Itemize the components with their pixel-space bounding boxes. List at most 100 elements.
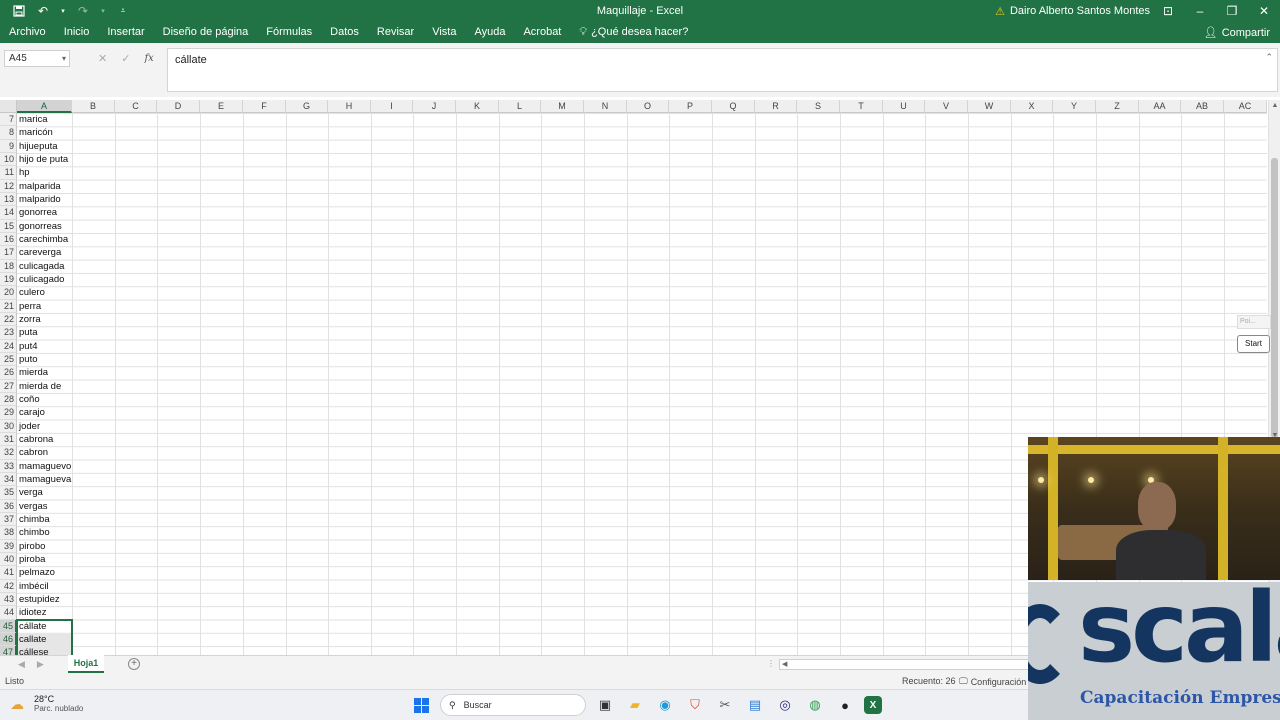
cell-a29[interactable]: carajo <box>17 406 72 419</box>
row-header[interactable]: 37 <box>0 512 17 527</box>
snipping-tool-icon[interactable]: ✂ <box>714 694 736 716</box>
sheet-tab-hoja1[interactable]: Hoja1 <box>68 655 104 673</box>
column-header-g[interactable]: G <box>286 100 328 113</box>
column-header-ab[interactable]: AB <box>1181 100 1224 113</box>
cell-a12[interactable]: malparida <box>17 180 72 193</box>
tab-inicio[interactable]: Inicio <box>55 22 99 43</box>
cell-a19[interactable]: culicagado <box>17 273 72 286</box>
tab-ayuda[interactable]: Ayuda <box>465 22 514 43</box>
column-header-e[interactable]: E <box>200 100 243 113</box>
column-header-d[interactable]: D <box>157 100 200 113</box>
tab-revisar[interactable]: Revisar <box>368 22 423 43</box>
row-header[interactable]: 9 <box>0 139 17 153</box>
cell-a42[interactable]: imbécil <box>17 580 72 593</box>
column-header-a[interactable]: A <box>17 100 72 113</box>
column-header-s[interactable]: S <box>797 100 840 113</box>
prev-sheet-icon[interactable]: ◀ <box>18 659 25 670</box>
cell-a44[interactable]: idiotez <box>17 606 72 619</box>
taskbar-search[interactable]: ⚲ Buscar <box>440 694 586 716</box>
cell-a31[interactable]: cabrona <box>17 433 72 446</box>
row-header[interactable]: 14 <box>0 206 17 220</box>
row-header[interactable]: 25 <box>0 352 17 367</box>
row-header[interactable]: 39 <box>0 539 17 553</box>
row-header[interactable]: 38 <box>0 526 17 540</box>
cell-a35[interactable]: verga <box>17 486 72 499</box>
tab-split-handle[interactable]: ⋮ <box>767 659 775 668</box>
row-header[interactable]: 43 <box>0 592 17 607</box>
cancel-icon[interactable]: ✕ <box>98 52 107 65</box>
column-header-u[interactable]: U <box>883 100 925 113</box>
poi-field[interactable]: Poi... <box>1237 315 1271 329</box>
restore-icon[interactable]: ❐ <box>1216 0 1248 22</box>
column-header-r[interactable]: R <box>755 100 797 113</box>
collapse-formula-icon[interactable]: ⌃ <box>1265 52 1273 63</box>
cell-a8[interactable]: maricón <box>17 126 72 139</box>
next-sheet-icon[interactable]: ▶ <box>37 659 44 670</box>
add-sheet-icon[interactable]: + <box>128 658 140 670</box>
row-header[interactable]: 11 <box>0 166 17 180</box>
cell-a27[interactable]: mierda de <box>17 380 72 393</box>
undo-dropdown-icon[interactable]: ▾ <box>60 4 66 18</box>
column-header-c[interactable]: C <box>115 100 157 113</box>
row-header[interactable]: 24 <box>0 339 17 353</box>
cell-a38[interactable]: chimbo <box>17 526 72 539</box>
column-header-ac[interactable]: AC <box>1224 100 1267 113</box>
row-header[interactable]: 44 <box>0 606 17 620</box>
task-view-icon[interactable]: ▣ <box>594 694 616 716</box>
row-header[interactable]: 22 <box>0 312 17 327</box>
row-header[interactable]: 10 <box>0 152 17 167</box>
cell-a25[interactable]: puto <box>17 353 72 366</box>
row-header[interactable]: 15 <box>0 219 17 233</box>
row-header[interactable]: 18 <box>0 259 17 273</box>
redo-icon[interactable]: ↷ <box>76 4 90 18</box>
column-header-m[interactable]: M <box>541 100 584 113</box>
column-header-aa[interactable]: AA <box>1139 100 1181 113</box>
row-header[interactable]: 41 <box>0 566 17 580</box>
row-header[interactable]: 12 <box>0 179 17 193</box>
cell-a13[interactable]: malparido <box>17 193 72 206</box>
row-header[interactable]: 34 <box>0 472 17 487</box>
file-explorer-icon[interactable]: ▰ <box>624 694 646 716</box>
column-header-l[interactable]: L <box>499 100 541 113</box>
column-header-n[interactable]: N <box>584 100 627 113</box>
cell-a23[interactable]: puta <box>17 326 72 339</box>
column-header-x[interactable]: X <box>1011 100 1053 113</box>
row-header[interactable]: 27 <box>0 379 17 393</box>
formula-input[interactable]: cállate ⌃ <box>167 48 1278 92</box>
cell-a30[interactable]: joder <box>17 420 72 433</box>
scroll-left-icon[interactable]: ◀ <box>782 660 787 670</box>
cell-a37[interactable]: chimba <box>17 513 72 526</box>
cell-a22[interactable]: zorra <box>17 313 72 326</box>
cell-a15[interactable]: gonorreas <box>17 220 72 233</box>
cell-a36[interactable]: vergas <box>17 500 72 513</box>
row-header[interactable]: 23 <box>0 326 17 340</box>
row-header[interactable]: 45 <box>0 619 17 633</box>
row-header[interactable]: 20 <box>0 286 17 300</box>
column-header-o[interactable]: O <box>627 100 669 113</box>
tab-archivo[interactable]: Archivo <box>0 22 55 43</box>
column-header-t[interactable]: T <box>840 100 883 113</box>
column-header-k[interactable]: K <box>456 100 499 113</box>
cell-a10[interactable]: hijo de puta <box>17 153 72 166</box>
row-header[interactable]: 7 <box>0 113 17 127</box>
row-header[interactable]: 31 <box>0 432 17 447</box>
row-header[interactable]: 29 <box>0 406 17 420</box>
row-header[interactable]: 21 <box>0 299 17 313</box>
row-header[interactable]: 16 <box>0 232 17 247</box>
minimize-icon[interactable]: – <box>1184 0 1216 22</box>
row-header[interactable]: 30 <box>0 419 17 433</box>
close-icon[interactable]: ✕ <box>1248 0 1280 22</box>
row-header[interactable]: 40 <box>0 552 17 567</box>
cell-a21[interactable]: perra <box>17 300 72 313</box>
share-button[interactable]: 👤︎ Compartir <box>1204 22 1270 43</box>
column-header-v[interactable]: V <box>925 100 968 113</box>
scroll-thumb[interactable] <box>1271 158 1278 438</box>
column-header-f[interactable]: F <box>243 100 286 113</box>
cell-a16[interactable]: carechimba <box>17 233 72 246</box>
column-header-y[interactable]: Y <box>1053 100 1096 113</box>
cell-a28[interactable]: coño <box>17 393 72 406</box>
app-window-icon[interactable]: ▤ <box>744 694 766 716</box>
excel-icon[interactable]: X <box>864 696 882 714</box>
row-header[interactable]: 8 <box>0 126 17 140</box>
windows-start-icon[interactable] <box>410 694 432 716</box>
